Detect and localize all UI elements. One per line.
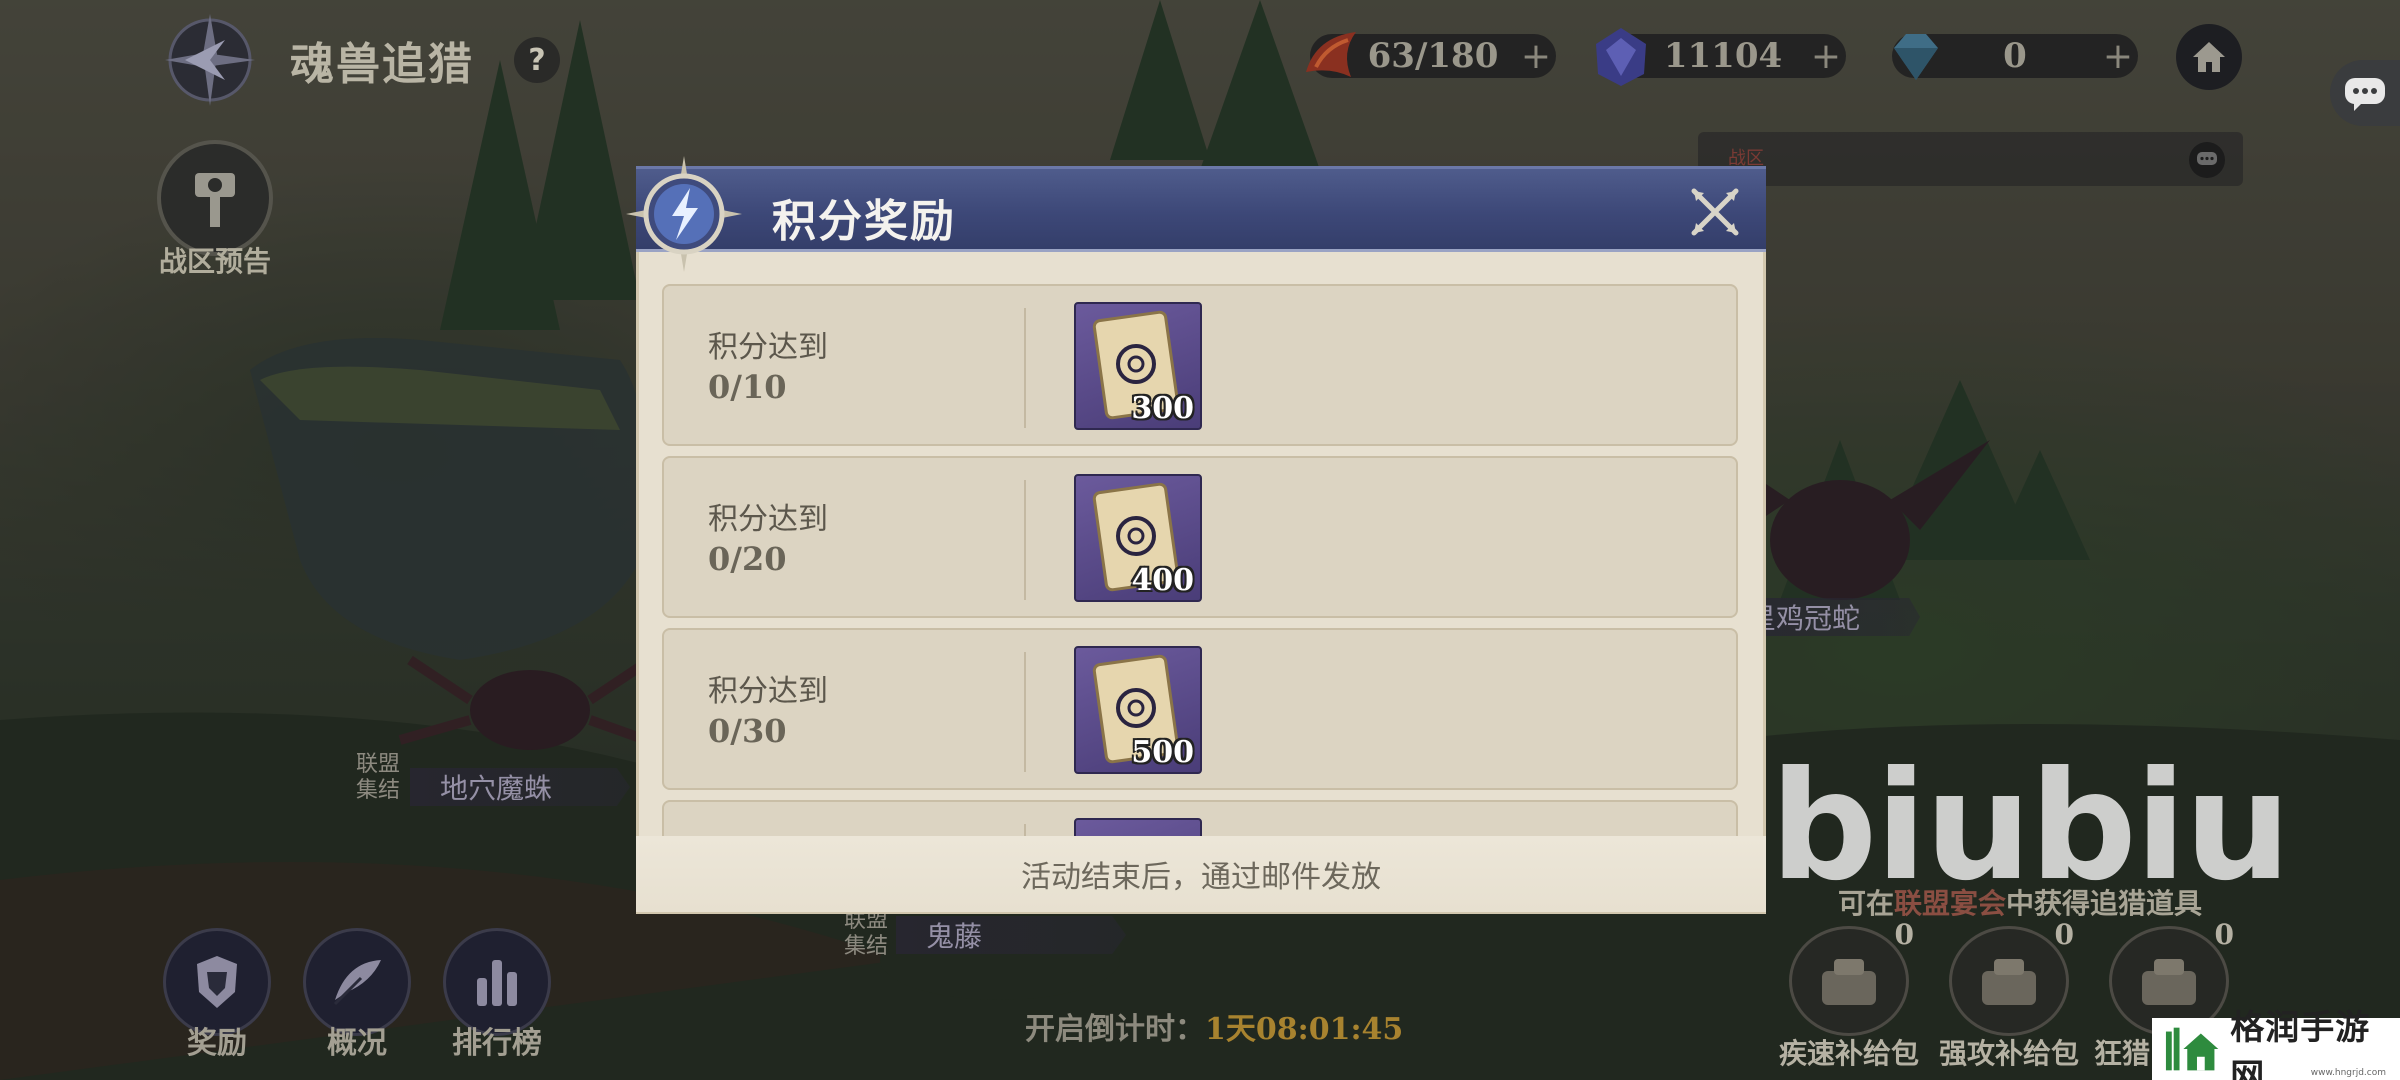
reward-row: 积分达到 0/10 300	[662, 284, 1738, 446]
row-divider	[1024, 652, 1026, 772]
event-header: 魂兽追猎 ?	[150, 10, 560, 110]
zone-preview-button[interactable]: 战区预告	[145, 140, 285, 280]
reward-quantity: 500	[1131, 735, 1194, 770]
reward-progress: 0/20	[708, 540, 787, 578]
rally-tag-text: 联盟 集结	[355, 752, 400, 803]
nav-leaderboard[interactable]: 排行榜	[442, 928, 552, 1062]
dialog-footer-note: 活动结束后，通过邮件发放	[636, 836, 1766, 912]
reward-card-item[interactable]: 400	[1074, 474, 1202, 602]
reward-requirement: 积分达到	[708, 502, 828, 537]
reward-quantity: 400	[1131, 563, 1194, 598]
rally-tag-text: 联盟 集结	[843, 908, 888, 959]
monster-label-ghost-vine[interactable]: 鬼藤	[896, 916, 1126, 954]
nav-overview-label: 概况	[327, 1026, 387, 1061]
supply-bag-icon	[1949, 926, 2069, 1036]
supply-item-speed[interactable]: 0 疾速补给包	[1774, 918, 1924, 1072]
help-button[interactable]: ?	[514, 37, 560, 83]
compass-emblem-icon	[150, 10, 270, 110]
reward-row: 积分达到 0/30 500	[662, 628, 1738, 790]
reward-progress: 0/30	[708, 712, 787, 750]
reward-requirement: 积分达到	[708, 674, 828, 709]
nav-overview[interactable]: 概况	[302, 928, 412, 1062]
row-divider	[1024, 480, 1026, 600]
zone-preview-label: 战区预告	[158, 245, 271, 278]
monster-label-cockatrice[interactable]: 星鸡冠蛇	[1740, 598, 1920, 636]
reward-row-partial	[662, 800, 1738, 840]
close-icon	[1691, 188, 1739, 236]
stamina-icon	[1296, 22, 1366, 92]
chat-button[interactable]	[2330, 60, 2400, 126]
hint-highlight[interactable]: 联盟宴会	[1894, 887, 2006, 920]
opening-countdown: 开启倒计时：1天08:01:45	[1025, 1004, 1403, 1048]
monster-name: 鸡冠蛇	[1776, 602, 1861, 635]
add-diamond-button[interactable]: +	[2098, 36, 2138, 77]
reward-card-item[interactable]: 500	[1074, 646, 1202, 774]
chat-bubble-icon	[2345, 78, 2385, 111]
close-button[interactable]	[1686, 183, 1744, 241]
hint-text: 可在	[1838, 887, 1895, 920]
nav-leaderboard-label: 排行榜	[452, 1026, 542, 1061]
site-logo: 格润手游网 www.hngrjd.com	[2152, 1008, 2400, 1080]
rally-tag: 联盟 集结	[348, 752, 408, 804]
hint-text: 中获得追猎道具	[2006, 887, 2203, 920]
reward-card-item[interactable]: 300	[1074, 302, 1202, 430]
hammer-shield-icon	[157, 140, 273, 256]
rally-tag: 联盟 集结	[836, 908, 896, 960]
reward-progress: 0/10	[708, 368, 787, 406]
chat-preview[interactable]: 战区	[1698, 132, 2243, 186]
countdown-time: 1天08:01:45	[1205, 1012, 1404, 1047]
supply-count: 0	[2214, 918, 2234, 951]
event-title: 魂兽追猎	[290, 39, 474, 90]
add-soul-crystal-button[interactable]: +	[1806, 36, 1846, 77]
reward-requirement: 积分达到	[708, 330, 828, 365]
nav-rewards-label: 奖励	[187, 1026, 247, 1061]
nav-rewards[interactable]: 奖励	[162, 928, 272, 1062]
supply-count: 0	[1894, 918, 1914, 951]
supply-count: 0	[2054, 918, 2074, 951]
supply-item-assault[interactable]: 0 强攻补给包	[1934, 918, 2084, 1072]
monster-name: 地穴魔蛛	[440, 772, 553, 805]
countdown-label: 开启倒计时：	[1025, 1012, 1205, 1047]
hunt-item-hint: 可在联盟宴会中获得追猎道具	[1838, 882, 2202, 922]
soul-crystal-icon	[1586, 22, 1656, 92]
diamond-icon	[1880, 22, 1950, 92]
dialog-header: 积分奖励	[636, 166, 1766, 252]
row-divider	[1024, 308, 1026, 428]
supply-label: 疾速补给包	[1778, 1037, 1919, 1070]
add-stamina-button[interactable]: +	[1516, 36, 1556, 77]
chat-open-icon[interactable]	[2189, 142, 2225, 178]
supply-bag-icon	[1789, 926, 1909, 1036]
home-button[interactable]	[2176, 24, 2242, 90]
monster-name: 鬼藤	[926, 920, 983, 953]
reward-row: 积分达到 0/20 400	[662, 456, 1738, 618]
lightning-badge-icon	[624, 154, 744, 274]
monster-label-cave-spider[interactable]: 地穴魔蛛	[410, 768, 630, 806]
reward-quantity: 300	[1131, 391, 1194, 426]
dialog-title: 积分奖励	[772, 196, 956, 247]
supply-label: 强攻补给包	[1938, 1037, 2079, 1070]
logo-url: www.hngrjd.com	[2310, 1068, 2386, 1078]
house-logo-icon	[2165, 1027, 2219, 1071]
reward-list[interactable]: 积分达到 0/10 300 积分达到 0/20 400 积分达到 0/30 50…	[662, 284, 1738, 840]
home-icon	[2193, 42, 2225, 72]
